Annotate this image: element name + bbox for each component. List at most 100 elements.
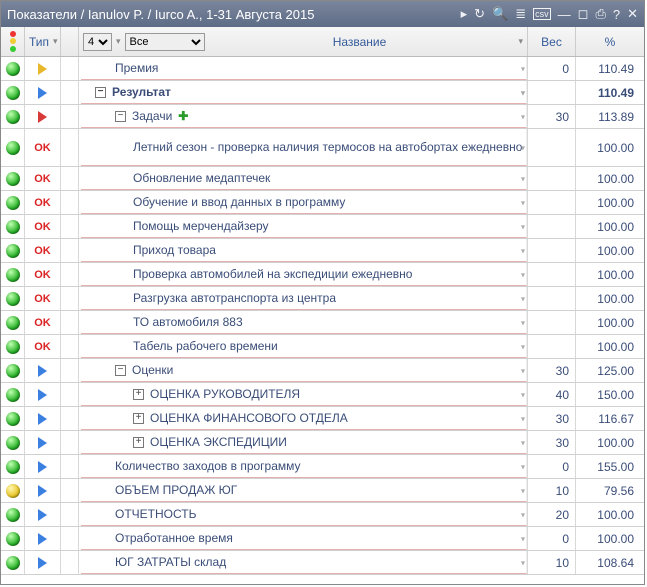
name-cell[interactable]: −Результат▾ [79,81,528,104]
collapse-icon[interactable]: − [115,365,126,376]
table-row[interactable]: +ОЦЕНКА ФИНАНСОВОГО ОТДЕЛА▾30116.67 [1,407,644,431]
status-cell [1,503,25,526]
name-cell[interactable]: +ОЦЕНКА РУКОВОДИТЕЛЯ▾ [79,383,528,406]
dropdown-icon[interactable]: ▾ [521,64,525,73]
dropdown-icon[interactable]: ▾ [521,438,525,447]
name-cell[interactable]: Количество заходов в программу▾ [79,455,528,478]
weight-cell [528,311,576,334]
name-cell[interactable]: Приход товара▾ [79,239,528,262]
dropdown-icon[interactable]: ▾ [521,390,525,399]
table-row[interactable]: Отработанное время▾0100.00 [1,527,644,551]
expand-icon[interactable]: + [133,389,144,400]
name-cell[interactable]: ОТЧЕТНОСТЬ▾ [79,503,528,526]
collapse-icon[interactable]: − [115,111,126,122]
dropdown-icon[interactable]: ▾ [521,112,525,121]
name-cell[interactable]: Помощь мерчендайзеру▾ [79,215,528,238]
percent-cell: 100.00 [576,191,644,214]
dropdown-icon[interactable]: ▾ [521,366,525,375]
table-row[interactable]: +ОЦЕНКА РУКОВОДИТЕЛЯ▾40150.00 [1,383,644,407]
expand-icon[interactable]: + [133,413,144,424]
table-row[interactable]: −Оценки▾30125.00 [1,359,644,383]
table-row[interactable]: −Результат▾110.49 [1,81,644,105]
name-cell[interactable]: Обновление медаптечек▾ [79,167,528,190]
table-row[interactable]: Премия▾0110.49 [1,57,644,81]
table-row[interactable]: ОБЪЕМ ПРОДАЖ ЮГ▾1079.56 [1,479,644,503]
dropdown-icon[interactable]: ▾ [521,486,525,495]
dropdown-icon[interactable]: ▾ [521,414,525,423]
table-row[interactable]: ЮГ ЗАТРАТЫ склад▾10108.64 [1,551,644,575]
dropdown-icon[interactable]: ▾ [521,342,525,351]
expand-icon[interactable]: + [133,437,144,448]
level-select[interactable]: 4 [83,33,112,51]
search-icon[interactable]: 🔍 [492,6,508,22]
help-icon[interactable]: ? [613,7,620,22]
table-row[interactable]: +ОЦЕНКА ЭКСПЕДИЦИИ▾30100.00 [1,431,644,455]
header-name-label[interactable]: Название [205,35,515,49]
collapse-icon[interactable]: − [95,87,106,98]
name-cell[interactable]: Отработанное время▾ [79,527,528,550]
weight-cell [528,287,576,310]
dropdown-icon[interactable]: ▾ [521,174,525,183]
name-cell[interactable]: −Оценки▾ [79,359,528,382]
go-icon[interactable]: ▸ [461,6,468,22]
table-row[interactable]: OKРазгрузка автотранспорта из центра▾100… [1,287,644,311]
table-row[interactable]: OKТабель рабочего времени▾100.00 [1,335,644,359]
restore-icon[interactable]: ◻ [578,6,589,22]
name-cell[interactable]: Разгрузка автотранспорта из центра ▾ [79,287,528,310]
weight-cell [528,239,576,262]
table-row[interactable]: ОТЧЕТНОСТЬ▾20100.00 [1,503,644,527]
table-row[interactable]: Количество заходов в программу▾0155.00 [1,455,644,479]
table-row[interactable]: OKЛетний сезон - проверка наличия термос… [1,129,644,167]
dropdown-icon[interactable]: ▾ [521,246,525,255]
filter-select[interactable]: Все [125,33,205,51]
dropdown-icon[interactable]: ▾ [521,198,525,207]
name-cell[interactable]: +ОЦЕНКА ЭКСПЕДИЦИИ▾ [79,431,528,454]
data-grid[interactable]: Премия▾0110.49−Результат▾110.49−Задачи✚▾… [1,57,644,584]
header-status[interactable] [1,27,25,56]
tree-icon[interactable]: ≣ [515,6,526,22]
dropdown-icon[interactable]: ▾ [521,534,525,543]
table-row[interactable]: OKОбучение и ввод данных в программу▾100… [1,191,644,215]
name-cell[interactable]: ЮГ ЗАТРАТЫ склад▾ [79,551,528,574]
dropdown-icon[interactable]: ▾ [521,510,525,519]
dropdown-icon[interactable]: ▾ [521,143,525,152]
add-icon[interactable]: ✚ [178,109,188,123]
dropdown-icon[interactable]: ▾ [521,88,525,97]
dropdown-icon[interactable]: ▾ [521,318,525,327]
title-toolbar: ▸ ↻ 🔍 ≣ csv — ◻ ⎙ ? ✕ [461,6,638,22]
name-cell[interactable]: Летний сезон - проверка наличия термосов… [79,129,528,166]
name-cell[interactable]: Проверка автомобилей на экспедиции ежедн… [79,263,528,286]
csv-icon[interactable]: csv [533,8,551,20]
row-name-label: Разгрузка автотранспорта из центра [133,291,336,305]
percent-cell: 113.89 [576,105,644,128]
name-cell[interactable]: Обучение и ввод данных в программу▾ [79,191,528,214]
status-green-icon [6,532,20,546]
name-cell[interactable]: ТО автомобиля 883▾ [79,311,528,334]
name-cell[interactable]: −Задачи ✚ ▾ [79,105,528,128]
table-row[interactable]: OKТО автомобиля 883▾100.00 [1,311,644,335]
name-cell[interactable]: Премия▾ [79,57,528,80]
close-icon[interactable]: ✕ [627,6,638,22]
header-type[interactable]: Тип ▾ [25,27,61,56]
triangle-blue-icon [38,365,47,377]
table-row[interactable]: −Задачи✚▾30113.89 [1,105,644,129]
weight-cell: 0 [528,57,576,80]
dropdown-icon[interactable]: ▾ [521,270,525,279]
name-cell[interactable]: +ОЦЕНКА ФИНАНСОВОГО ОТДЕЛА▾ [79,407,528,430]
print-icon[interactable]: ⎙ [595,6,605,22]
header-weight[interactable]: Вес [528,27,576,56]
header-percent[interactable]: % [576,27,644,56]
dropdown-icon[interactable]: ▾ [521,558,525,567]
dropdown-icon[interactable]: ▾ [521,294,525,303]
dropdown-icon[interactable]: ▾ [521,462,525,471]
name-cell[interactable]: Табель рабочего времени▾ [79,335,528,358]
table-row[interactable]: OKПомощь мерчендайзеру▾100.00 [1,215,644,239]
minimize-icon[interactable]: — [558,7,571,22]
table-row[interactable]: OKПроверка автомобилей на экспедиции еже… [1,263,644,287]
refresh-icon[interactable]: ↻ [474,6,485,22]
dropdown-icon[interactable]: ▾ [521,222,525,231]
row-name-label: Задачи [132,109,172,123]
name-cell[interactable]: ОБЪЕМ ПРОДАЖ ЮГ▾ [79,479,528,502]
table-row[interactable]: OKПриход товара▾100.00 [1,239,644,263]
table-row[interactable]: OKОбновление медаптечек▾100.00 [1,167,644,191]
